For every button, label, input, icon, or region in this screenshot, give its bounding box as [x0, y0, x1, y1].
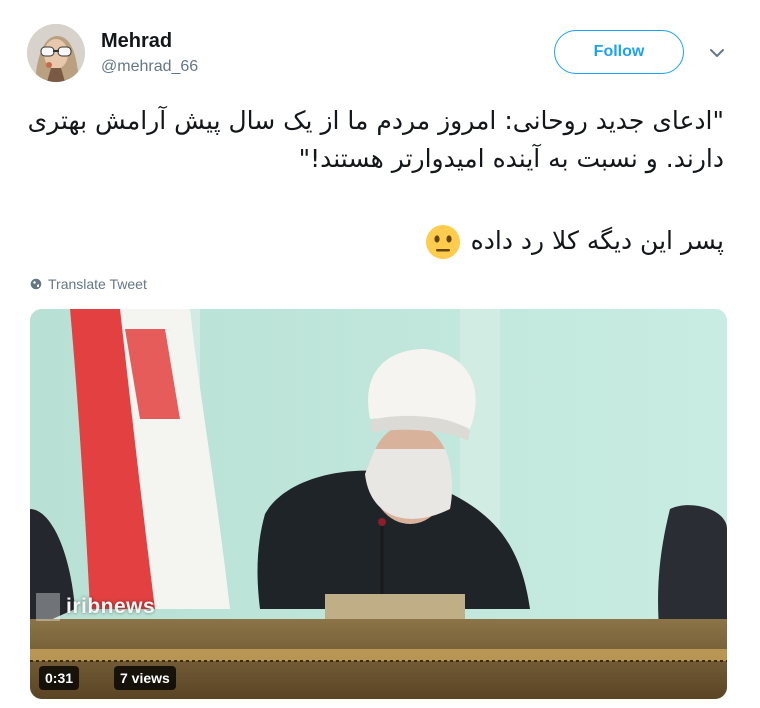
user-handle[interactable]: @mehrad_66 — [101, 58, 198, 76]
tweet-text-line2-text: پسر این دیگه کلا رد داده — [470, 226, 724, 255]
tweet-text-line2: پسر این دیگه کلا رد داده — [26, 222, 724, 260]
video-player[interactable]: iribnews 0:31 7 views — [30, 309, 727, 699]
follow-button[interactable]: Follow — [554, 30, 684, 74]
video-duration-badge: 0:31 — [39, 666, 80, 690]
iribnews-watermark: iribnews — [66, 595, 156, 618]
avatar[interactable] — [27, 24, 85, 82]
chevron-down-icon[interactable] — [706, 44, 728, 62]
video-views-badge: 7 views — [114, 666, 176, 690]
video-frame — [30, 309, 727, 699]
translate-tweet-label: Translate Tweet — [48, 276, 147, 292]
avatar-image — [27, 24, 85, 82]
globe-icon — [30, 278, 42, 290]
neutral-face-icon — [425, 224, 461, 260]
translate-tweet-link[interactable]: Translate Tweet — [30, 276, 147, 292]
tweet-text-line1: "ادعای جدید روحانی: امروز مردم ما از یک … — [27, 106, 724, 173]
user-name[interactable]: Mehrad — [101, 30, 172, 53]
